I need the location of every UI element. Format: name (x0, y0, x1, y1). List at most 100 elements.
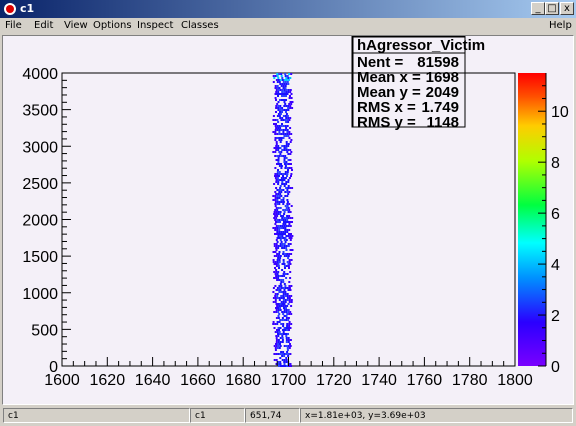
heatmap-bin (280, 137, 283, 139)
heatmap-bin (278, 173, 281, 175)
y-tick-label: 3500 (22, 103, 58, 120)
heatmap-bin (287, 337, 290, 339)
heatmap-bin (289, 107, 292, 109)
heatmap-bin (290, 151, 293, 153)
heatmap-bin (285, 147, 288, 149)
heatmap-bin (280, 119, 283, 121)
heatmap-bin (274, 331, 277, 333)
status-pixel: 651,74 (245, 408, 300, 423)
canvas[interactable]: 0 500 1000 1500 2000 2500 3000 3500 4000 1600 1620… (2, 35, 574, 405)
heatmap-bin (274, 273, 277, 275)
heatmap-bin (285, 183, 288, 185)
heatmap-bin (287, 257, 290, 259)
heatmap-bin (274, 297, 277, 299)
heatmap-bin (290, 305, 293, 307)
heatmap-bin (280, 163, 282, 165)
menu-help[interactable]: Help (549, 18, 572, 34)
stats-box[interactable]: hAgressor_VictimNent = 81598Mean x = 169… (351, 36, 485, 131)
heatmap-bin (283, 89, 286, 91)
heatmap-bin (283, 83, 286, 85)
heatmap-bin (272, 195, 275, 197)
heatmap-bin (290, 73, 293, 75)
heatmap-bin (278, 329, 280, 331)
heatmap-bin (287, 319, 290, 321)
heatmap-bin (286, 351, 289, 353)
heatmap-bin (286, 131, 289, 133)
heatmap-bin (289, 127, 292, 129)
heatmap-bin (286, 329, 288, 331)
heatmap-bin (289, 149, 292, 151)
heatmap-bin (274, 167, 277, 169)
heatmap-bin (279, 153, 282, 155)
heatmap-bin (277, 121, 280, 123)
heatmap-bin (279, 109, 282, 111)
close-button[interactable]: x (560, 2, 574, 15)
heatmap-bin (277, 207, 280, 209)
heatmap-bin (284, 115, 287, 117)
menu-options[interactable]: Options (93, 18, 132, 34)
heatmap-bin (282, 231, 285, 233)
heatmap-bin (286, 189, 289, 191)
heatmap-bin (277, 245, 280, 247)
heatmap-bin (274, 175, 276, 177)
heatmap-bin (276, 93, 279, 95)
heatmap-bin (286, 215, 289, 217)
menu-view[interactable]: View (64, 18, 88, 34)
heatmap-bin (275, 123, 277, 125)
heatmap-bin (286, 231, 289, 233)
heatmap-bin (282, 155, 285, 157)
heatmap-bin (275, 277, 278, 279)
heatmap-bin (278, 115, 281, 117)
heatmap-bin (281, 245, 284, 247)
heatmap-bin (282, 233, 284, 235)
maximize-button[interactable]: □ (545, 2, 559, 15)
heatmap-bin (283, 255, 286, 257)
y-tick-label: 2000 (22, 213, 58, 230)
heatmap-bin (288, 313, 291, 315)
heatmap-bin (278, 81, 281, 83)
heatmap-bin (281, 359, 284, 361)
heatmap-bin (277, 327, 280, 329)
heatmap-bin (277, 309, 280, 311)
histogram-plot[interactable]: 0 500 1000 1500 2000 2500 3000 3500 4000 1600 1620… (3, 36, 573, 404)
x-tick-label: 1680 (225, 372, 261, 389)
heatmap-bin (285, 117, 288, 119)
heatmap-bin (288, 261, 291, 263)
menu-file[interactable]: File (5, 18, 22, 34)
heatmap-bin (279, 255, 282, 257)
minimize-button[interactable]: _ (531, 2, 545, 15)
heatmap-bin (286, 199, 289, 201)
heatmap-bin (281, 107, 284, 109)
heatmap-bin (283, 105, 286, 107)
heatmap-bin (281, 89, 284, 91)
heatmap-bin (276, 347, 279, 349)
heatmap-bin (277, 247, 280, 249)
heatmap-bin (283, 79, 286, 81)
heatmap-bin (284, 163, 286, 165)
heatmap-bin (287, 117, 290, 119)
heatmap-bin (274, 119, 277, 121)
heatmap-bin (286, 253, 289, 255)
heatmap-bin (285, 277, 288, 279)
heatmap-bin (276, 219, 279, 221)
heatmap-bin (273, 243, 276, 245)
heatmap-bin (291, 101, 294, 103)
heatmap-bin (285, 341, 288, 343)
heatmap-bin (287, 235, 290, 237)
heatmap-bin (284, 301, 287, 303)
heatmap-bin (291, 217, 294, 219)
heatmap-bin (283, 243, 286, 245)
heatmap-bin (277, 127, 280, 129)
menu-edit[interactable]: Edit (34, 18, 53, 34)
heatmap-bin (283, 263, 286, 265)
heatmap-bin (278, 253, 281, 255)
heatmap-bin (284, 155, 287, 157)
heatmap-bin (285, 353, 288, 355)
heatmap-bin (289, 343, 291, 345)
heatmap-bin (275, 217, 278, 219)
heatmap-bin (288, 287, 291, 289)
heatmap-bin (276, 115, 279, 117)
menu-classes[interactable]: Classes (181, 18, 219, 34)
menu-inspect[interactable]: Inspect (137, 18, 173, 34)
heatmap-bin (289, 211, 292, 213)
